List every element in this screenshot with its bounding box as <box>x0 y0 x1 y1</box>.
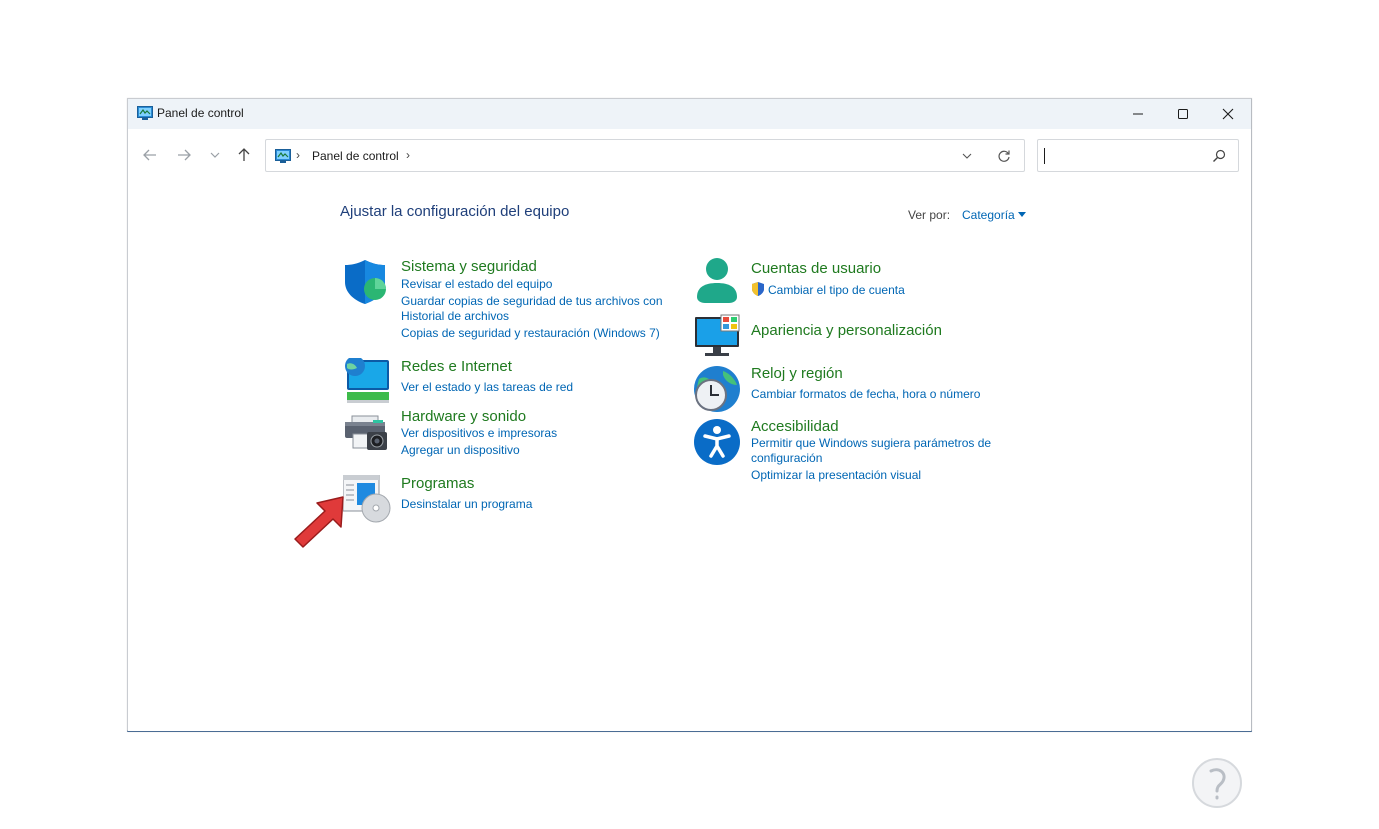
category-link[interactable]: Agregar un dispositivo <box>401 443 520 458</box>
breadcrumb-item[interactable]: Panel de control <box>312 149 399 163</box>
category-link[interactable]: Permitir que Windows sugiera parámetros … <box>751 436 991 451</box>
title-bar[interactable]: Panel de control <box>128 99 1251 129</box>
arrow-right-icon <box>178 149 191 161</box>
printer-icon[interactable] <box>343 408 391 456</box>
arrow-left-icon <box>143 149 156 161</box>
maximize-icon <box>1178 109 1188 119</box>
forward-button[interactable] <box>172 143 196 167</box>
annotation-arrow-icon <box>294 496 344 548</box>
category-link[interactable]: Ver dispositivos e impresoras <box>401 426 557 441</box>
up-button[interactable] <box>232 143 256 167</box>
search-icon[interactable] <box>1212 149 1226 163</box>
maximize-button[interactable] <box>1160 99 1206 129</box>
minimize-button[interactable] <box>1115 99 1161 129</box>
category-title[interactable]: Sistema y seguridad <box>401 258 537 275</box>
category-title[interactable]: Reloj y región <box>751 365 843 382</box>
category-link[interactable]: Guardar copias de seguridad de tus archi… <box>401 294 663 309</box>
clock-globe-icon[interactable] <box>693 365 741 413</box>
category-link[interactable]: Historial de archivos <box>401 309 509 324</box>
category-link[interactable]: Cambiar formatos de fecha, hora o número <box>751 387 980 402</box>
main-content: Ajustar la configuración del equipo Ver … <box>128 181 1251 808</box>
caret-down-icon[interactable] <box>1018 212 1026 217</box>
shield-icon[interactable] <box>343 258 391 306</box>
accessibility-icon[interactable] <box>693 418 741 466</box>
chevron-down-icon <box>210 152 220 158</box>
refresh-icon <box>998 150 1010 162</box>
uac-shield-icon <box>752 282 764 296</box>
address-dropdown-button[interactable] <box>958 148 976 164</box>
watermark-logo-icon <box>1192 758 1242 808</box>
text-caret <box>1044 148 1045 164</box>
category-link[interactable]: Copias de seguridad y restauración (Wind… <box>401 326 660 341</box>
category-title[interactable]: Cuentas de usuario <box>751 260 881 277</box>
category-title[interactable]: Redes e Internet <box>401 358 512 375</box>
category-link[interactable]: Desinstalar un programa <box>401 497 532 512</box>
back-button[interactable] <box>138 143 162 167</box>
breadcrumb-chevron-icon[interactable]: › <box>406 148 410 162</box>
close-icon <box>1222 108 1234 120</box>
recent-locations-button[interactable] <box>203 143 227 167</box>
network-icon[interactable] <box>343 358 391 406</box>
category-link[interactable]: Revisar el estado del equipo <box>401 277 552 292</box>
navigation-bar: › Panel de control › <box>128 129 1251 181</box>
breadcrumb-chevron-icon[interactable]: › <box>296 148 300 162</box>
user-icon[interactable] <box>693 257 741 305</box>
control-panel-icon <box>275 149 291 163</box>
programs-icon[interactable] <box>343 475 391 523</box>
category-link[interactable]: Cambiar el tipo de cuenta <box>768 283 905 298</box>
category-title[interactable]: Programas <box>401 475 474 492</box>
refresh-button[interactable] <box>995 148 1013 164</box>
search-input[interactable] <box>1037 139 1239 172</box>
category-title[interactable]: Hardware y sonido <box>401 408 526 425</box>
control-panel-app-icon <box>137 106 153 120</box>
arrow-up-icon <box>238 148 250 161</box>
chevron-down-icon <box>962 153 972 159</box>
close-button[interactable] <box>1205 99 1251 129</box>
page-title: Ajustar la configuración del equipo <box>340 203 570 220</box>
minimize-icon <box>1133 113 1143 115</box>
category-title[interactable]: Apariencia y personalización <box>751 322 942 339</box>
category-link[interactable]: Ver el estado y las tareas de red <box>401 380 573 395</box>
monitor-icon[interactable] <box>693 313 741 361</box>
control-panel-window: Panel de control › Panel de control › Aj… <box>127 98 1252 808</box>
category-link[interactable]: configuración <box>751 451 822 466</box>
category-link[interactable]: Optimizar la presentación visual <box>751 468 921 483</box>
window-title: Panel de control <box>157 106 244 120</box>
category-title[interactable]: Accesibilidad <box>751 418 839 435</box>
address-bar[interactable]: › Panel de control › <box>265 139 1025 172</box>
view-by-label: Ver por: <box>908 208 951 222</box>
view-by-dropdown[interactable]: Categoría <box>962 208 1015 222</box>
